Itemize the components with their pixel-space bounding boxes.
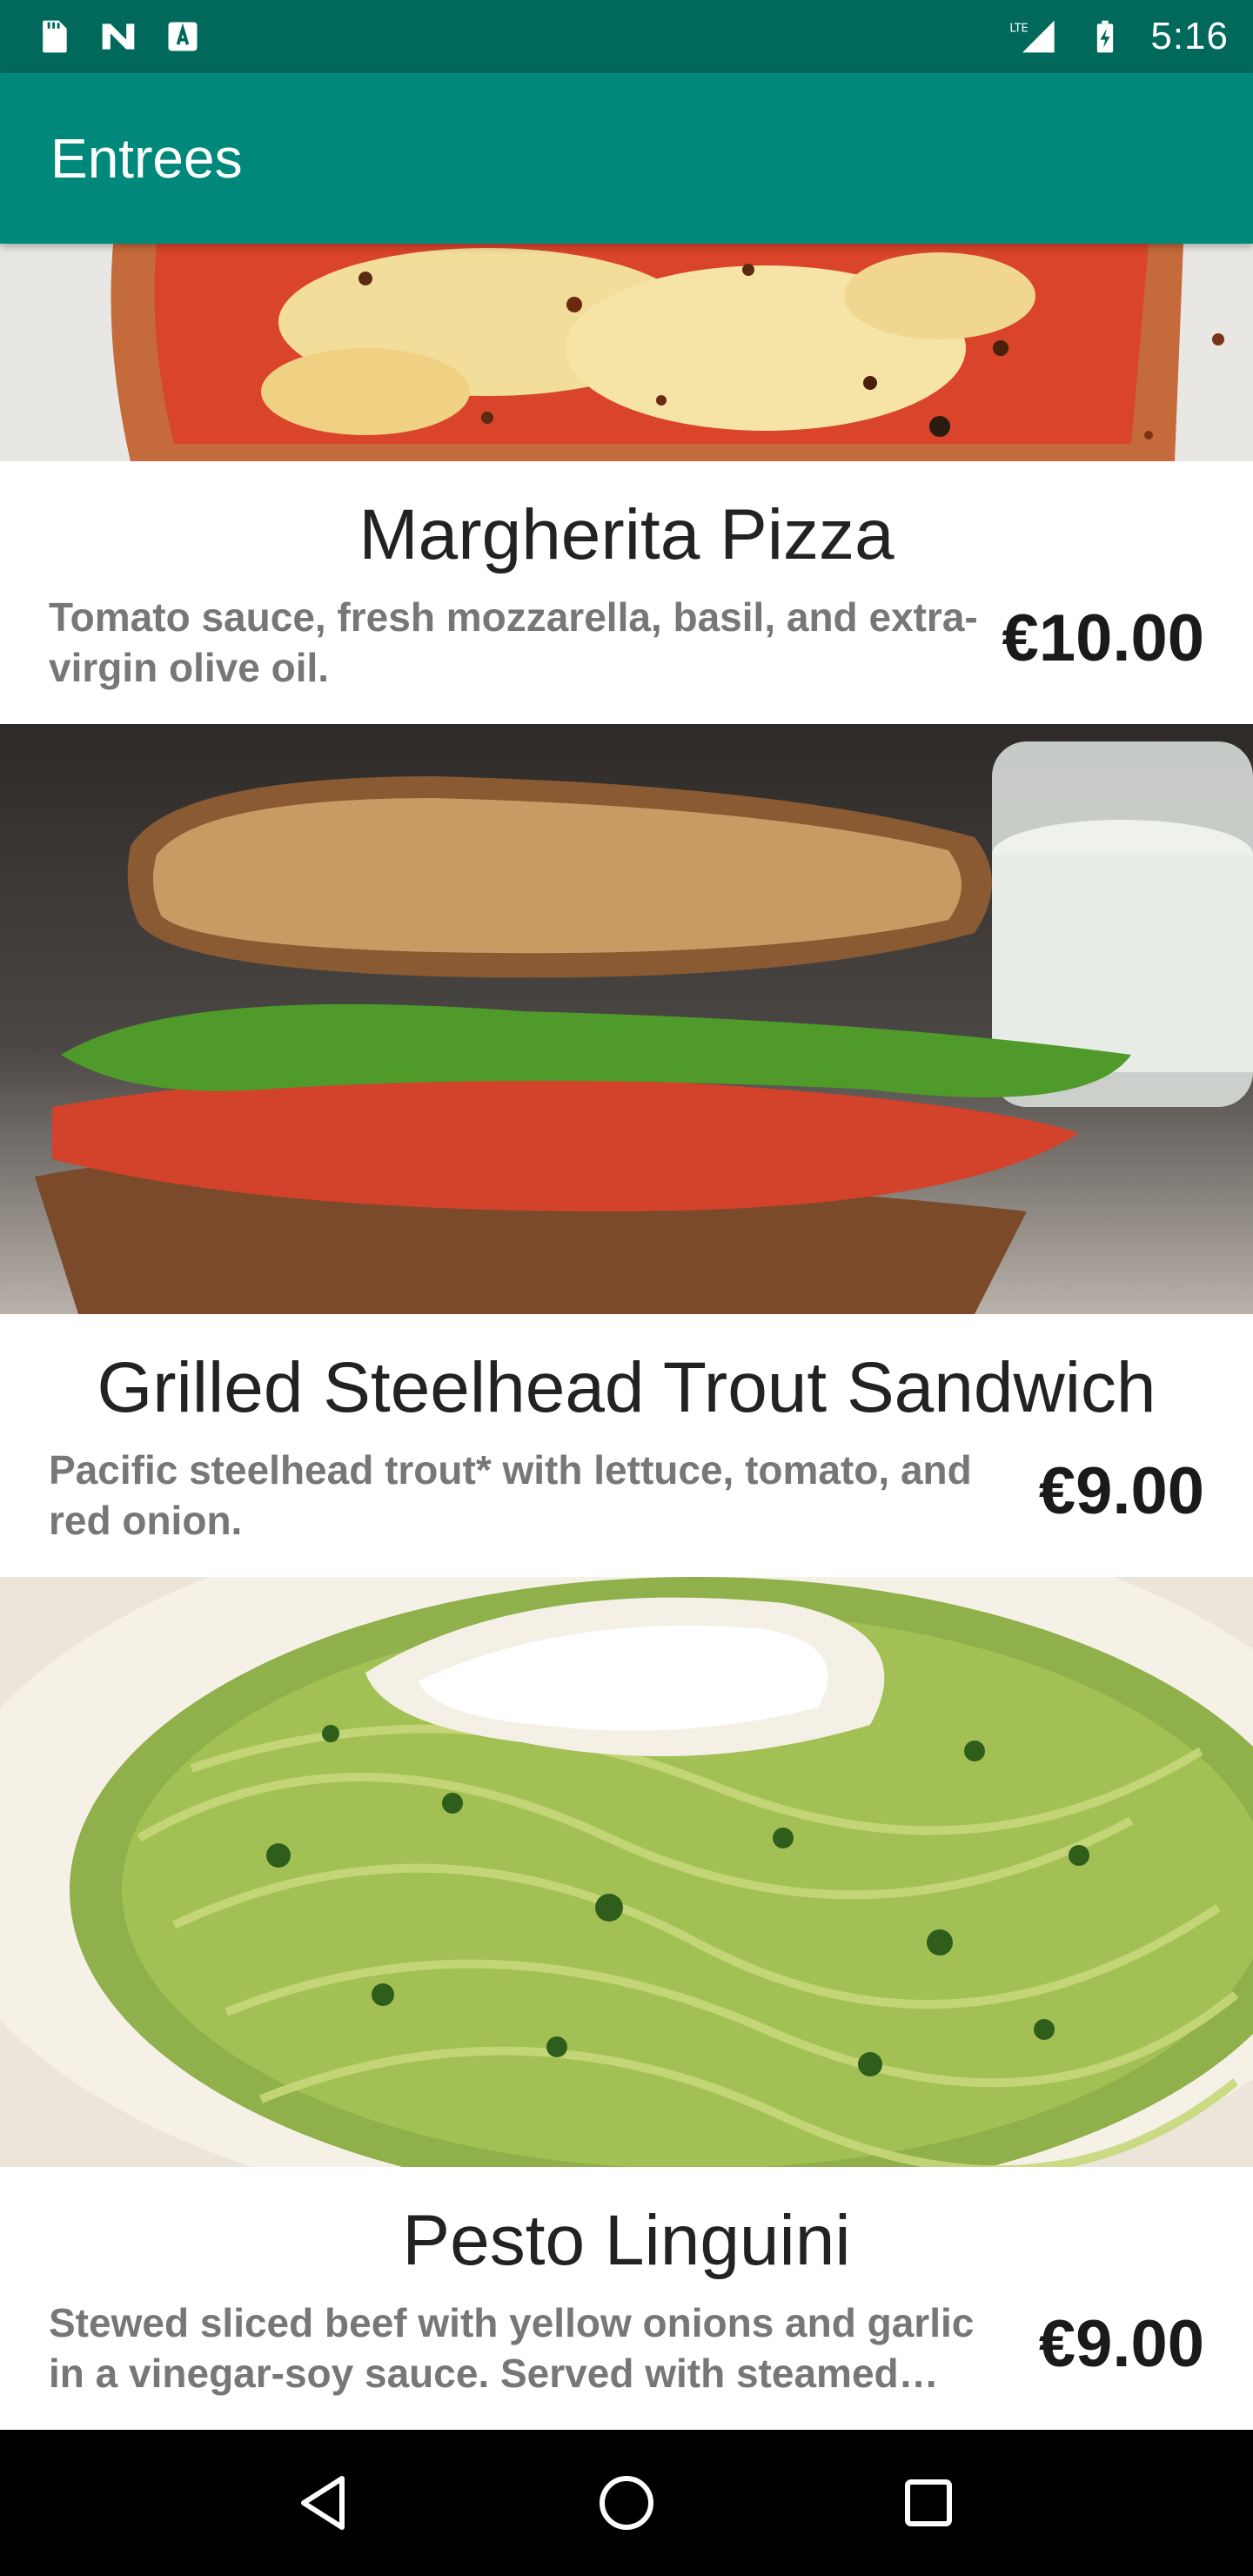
svg-text:LTE: LTE: [1010, 23, 1029, 36]
back-button[interactable]: [281, 2459, 368, 2546]
item-description: Pacific steelhead trout* with lettuce, t…: [49, 1447, 972, 1543]
item-price: €10.00: [1002, 601, 1204, 675]
status-time: 5:16: [1150, 15, 1229, 57]
item-name: Grilled Steelhead Trout Sandwich: [97, 1348, 1156, 1427]
status-left-icons: [35, 17, 202, 56]
item-price: €9.00: [1038, 2307, 1204, 2381]
menu-item[interactable]: Pesto Linguini Stewed sliced beef with y…: [0, 1577, 1253, 2430]
home-circle-icon: [599, 2476, 653, 2530]
menu-item-details: Grilled Steelhead Trout Sandwich Pacific…: [0, 1314, 1253, 1577]
pasta-photo: [0, 1577, 1253, 2167]
menu-item-details: Pesto Linguini Stewed sliced beef with y…: [0, 2167, 1253, 2430]
menu-item[interactable]: Grilled Steelhead Trout Sandwich Pacific…: [0, 724, 1253, 1577]
item-description: Tomato sauce, fresh mozzarella, basil, a…: [49, 594, 978, 690]
app-bar: Entrees: [0, 73, 1253, 244]
sd-card-icon: [35, 17, 73, 56]
menu-item-details: Margherita Pizza Tomato sauce, fresh moz…: [0, 461, 1253, 724]
battery-charging-icon: [1086, 17, 1124, 56]
text-a-icon: [164, 17, 202, 56]
item-description: Stewed sliced beef with yellow onions an…: [49, 2300, 975, 2396]
sandwich-photo: [0, 724, 1253, 1314]
page-title: Entrees: [50, 127, 243, 190]
status-right-icons: LTE 5:16: [1004, 15, 1229, 58]
back-triangle-icon: [301, 2476, 345, 2530]
lte-signal-icon: LTE: [1004, 17, 1060, 56]
recents-square-icon: [904, 2479, 952, 2526]
menu-list[interactable]: Margherita Pizza Tomato sauce, fresh moz…: [0, 244, 1253, 2430]
menu-item[interactable]: Margherita Pizza Tomato sauce, fresh moz…: [0, 244, 1253, 724]
navigation-bar: [0, 2430, 1253, 2576]
home-button[interactable]: [583, 2459, 670, 2546]
recents-button[interactable]: [885, 2459, 972, 2546]
status-bar: LTE 5:16: [0, 0, 1253, 73]
pizza-photo: [0, 244, 1253, 461]
notification-n-icon: [99, 17, 137, 56]
item-name: Margherita Pizza: [358, 495, 895, 574]
item-price: €9.00: [1038, 1454, 1204, 1528]
item-name: Pesto Linguini: [402, 2201, 851, 2280]
